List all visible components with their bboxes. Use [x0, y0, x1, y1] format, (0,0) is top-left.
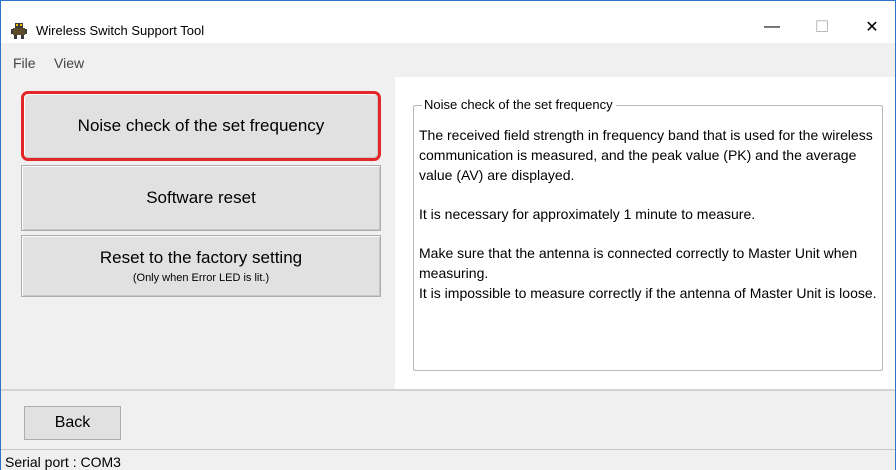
description-paragraph-3: Make sure that the antenna is connected … [419, 245, 877, 301]
serial-port-status: Serial port : COM3 [5, 454, 121, 470]
app-window: Wireless Switch Support Tool — ☐ ✕ File … [0, 0, 896, 470]
status-bar: Serial port : COM3 [1, 449, 895, 470]
back-button[interactable]: Back [24, 406, 121, 440]
factory-reset-button[interactable]: Reset to the factory setting (Only when … [21, 235, 381, 297]
noise-check-button[interactable]: Noise check of the set frequency [21, 91, 381, 161]
window-title: Wireless Switch Support Tool [36, 23, 205, 38]
menu-file[interactable]: File [13, 55, 36, 71]
menu-bar: File View [1, 43, 895, 77]
maximize-button[interactable]: ☐ [799, 11, 845, 43]
close-button[interactable]: ✕ [849, 11, 895, 43]
software-reset-button[interactable]: Software reset [21, 165, 381, 231]
title-bar: Wireless Switch Support Tool — ☐ ✕ [1, 1, 895, 43]
minimize-button[interactable]: — [749, 11, 795, 43]
description-paragraph-2: It is necessary for approximately 1 minu… [419, 206, 756, 222]
description-title: Noise check of the set frequency [422, 97, 616, 112]
description-text: The received field strength in frequency… [419, 125, 883, 322]
robot-icon [10, 22, 28, 40]
description-paragraph-1: The received field strength in frequency… [419, 127, 873, 183]
factory-reset-label: Reset to the factory setting [99, 248, 303, 267]
bottom-bar [1, 391, 895, 449]
factory-reset-note: (Only when Error LED is lit.) [132, 272, 270, 284]
menu-view[interactable]: View [54, 55, 84, 71]
